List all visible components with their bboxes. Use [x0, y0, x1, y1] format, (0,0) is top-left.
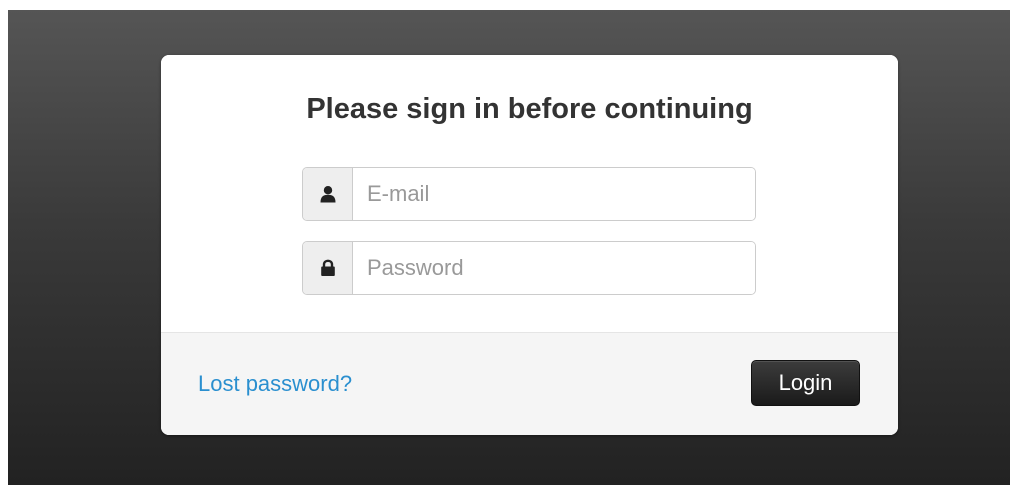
lock-icon — [303, 242, 353, 294]
user-icon-glyph — [320, 186, 335, 203]
login-card: Please sign in before continuing E-mail … — [161, 55, 898, 435]
email-input-group — [302, 167, 756, 221]
email-field[interactable] — [353, 168, 755, 220]
user-icon — [303, 168, 353, 220]
password-field[interactable] — [353, 242, 755, 294]
login-card-footer: Lost password? Login — [161, 332, 898, 435]
page-title: Please sign in before continuing — [306, 93, 753, 125]
page-background: Please sign in before continuing E-mail … — [8, 10, 1010, 485]
login-card-body: Please sign in before continuing — [161, 55, 898, 332]
lock-icon-glyph — [320, 259, 335, 276]
password-input-group — [302, 241, 756, 295]
lost-password-link[interactable]: Lost password? — [198, 370, 352, 398]
login-button[interactable]: Login — [751, 360, 860, 406]
